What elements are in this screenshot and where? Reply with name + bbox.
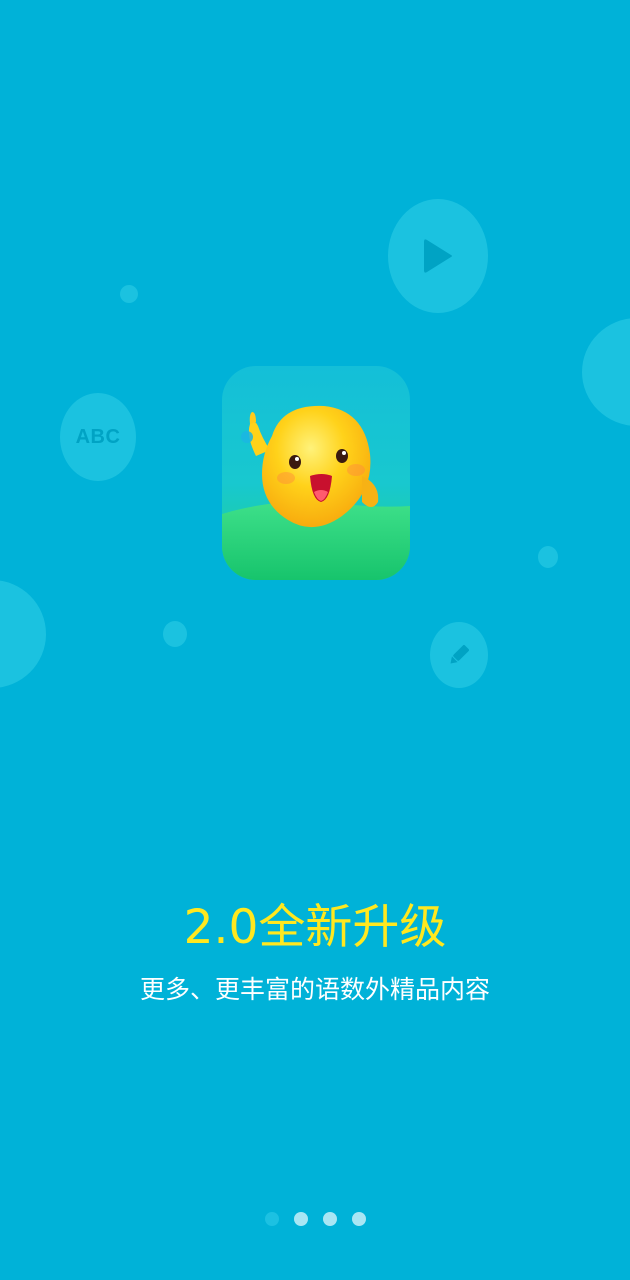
abc-bubble: ABC bbox=[60, 393, 136, 481]
decor-bubble bbox=[120, 285, 138, 303]
page-subtitle: 更多、更丰富的语数外精品内容 bbox=[139, 975, 490, 1004]
pencil-bubble bbox=[430, 622, 488, 688]
abc-label: ABC bbox=[75, 425, 121, 448]
decor-bubble bbox=[163, 621, 187, 647]
decor-bubble bbox=[582, 318, 630, 426]
pencil-icon bbox=[450, 645, 469, 664]
page-dot-4[interactable] bbox=[351, 1212, 366, 1226]
page-indicator bbox=[0, 1212, 630, 1226]
decor-bubble bbox=[538, 546, 558, 568]
play-icon bbox=[424, 239, 452, 273]
page-dot-3[interactable] bbox=[322, 1212, 337, 1226]
decor-bubble bbox=[0, 580, 46, 688]
page-title: 2.0全新升级 bbox=[183, 900, 447, 955]
onboarding-screen: ABC 2.0全新升级 更多、更丰富的语数外精品内容 bbox=[0, 0, 630, 1280]
page-dot-2[interactable] bbox=[293, 1212, 308, 1226]
page-dot-1[interactable] bbox=[264, 1212, 279, 1226]
play-bubble bbox=[388, 199, 488, 313]
mascot-app-icon bbox=[222, 366, 410, 580]
